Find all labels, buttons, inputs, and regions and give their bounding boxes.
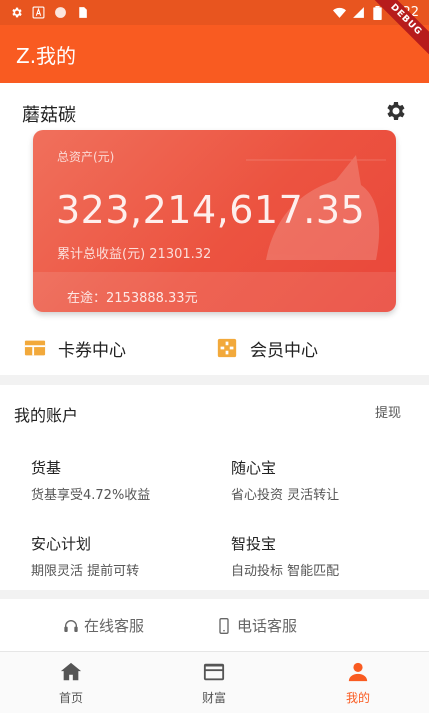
account-item-desc: 省心投资 灵活转让 [231,488,340,503]
settings-status-icon [10,6,23,19]
settings-gear-icon[interactable] [383,99,407,123]
member-center-label: 会员中心 [250,340,318,361]
nav-tab-mine[interactable]: 我的 [318,661,398,706]
card-voucher-icon [24,340,46,356]
circle-status-icon [54,6,67,19]
account-item-zhitoubao[interactable]: 智投宝 自动投标 智能匹配 [231,533,411,579]
total-assets-card[interactable]: 总资产(元) 323,214,617.35 累计总收益(元) 21301.32 … [33,130,396,312]
account-item-desc: 货基享受4.72%收益 [31,488,151,503]
member-center-icon [217,338,237,358]
in-transit-amount: 在途：2153888.33元 [67,291,198,306]
account-item-desc: 自动投标 智能匹配 [231,564,340,579]
sd-card-icon [76,6,89,19]
account-item-name: 智投宝 [231,535,277,553]
total-assets-amount: 323,214,617.35 [56,188,366,232]
account-section-title: 我的账户 [14,406,79,425]
voucher-center-link[interactable]: 卡券中心 [24,335,126,361]
signal-icon [352,6,365,19]
app-bar: Z.我的 [0,25,429,83]
font-a-icon [32,6,45,19]
profile-section: 蘑菇碳 总资产(元) 323,214,617.35 累计总收益(元) 21301… [0,83,429,375]
person-icon [348,662,368,682]
withdraw-button[interactable]: 提现 [375,402,401,421]
wifi-icon [332,6,346,19]
account-item-name: 安心计划 [31,535,92,553]
username: 蘑菇碳 [22,105,76,126]
wallet-card-icon [203,663,225,681]
status-bar: 9:22 [0,0,429,25]
online-service-button[interactable]: 在线客服 [63,615,144,636]
phone-service-label: 电话客服 [237,617,298,635]
member-center-link[interactable]: 会员中心 [216,335,318,361]
phone-service-button[interactable]: 电话客服 [216,615,297,636]
nav-tab-label: 我的 [345,691,370,705]
nav-tab-label: 首页 [58,691,83,705]
cumulative-earnings: 累计总收益(元) 21301.32 [57,247,212,262]
my-account-section: 我的账户 提现 货基 货基享受4.72%收益 随心宝 省心投资 灵活转让 安心计… [0,385,429,590]
account-item-money-fund[interactable]: 货基 货基享受4.72%收益 [31,457,211,503]
customer-service-bar: 在线客服 电话客服 [0,599,429,651]
account-item-name: 随心宝 [231,459,277,477]
nav-tab-wealth[interactable]: 财富 [174,661,254,706]
account-item-suixinbao[interactable]: 随心宝 省心投资 灵活转让 [231,457,411,503]
account-item-name: 货基 [31,459,62,477]
account-item-desc: 期限灵活 提前可转 [31,564,140,579]
phone-icon [219,617,229,634]
nav-tab-label: 财富 [201,691,226,705]
account-item-anxin-plan[interactable]: 安心计划 期限灵活 提前可转 [31,533,211,579]
total-assets-label: 总资产(元) [57,150,115,164]
headset-icon [64,619,78,632]
page-title: Z.我的 [16,43,77,68]
bottom-navigation: 首页 财富 我的 [0,651,429,713]
online-service-label: 在线客服 [84,617,145,635]
nav-tab-home[interactable]: 首页 [31,661,111,706]
home-icon [60,662,82,681]
voucher-center-label: 卡券中心 [58,340,126,361]
